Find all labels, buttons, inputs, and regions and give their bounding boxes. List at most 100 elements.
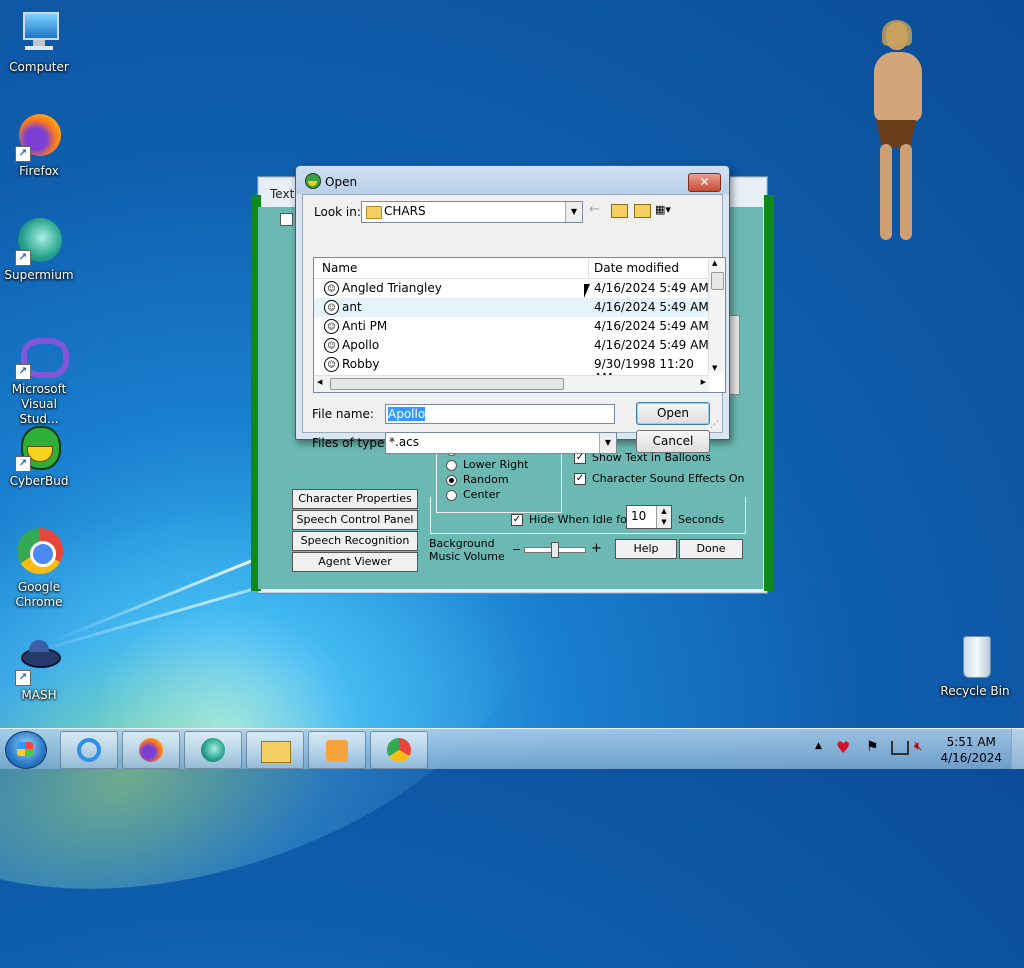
vertical-scrollbar[interactable]: ▲ ▼	[708, 258, 725, 373]
column-divider[interactable]	[588, 258, 589, 278]
horizontal-scrollbar[interactable]: ◀ ▶	[314, 375, 709, 392]
open-button[interactable]: Open	[636, 402, 710, 425]
file-row[interactable]: ☺ Angled Triangley 4/16/2024 5:49 AM	[314, 279, 709, 298]
file-name-input[interactable]: Apollo	[385, 404, 615, 424]
taskbar: ▲ ♥ ⚑ 🔇︎ 5:51 AM 4/16/2024	[0, 728, 1024, 769]
back-arrow-icon[interactable]: ←	[589, 203, 603, 217]
files-of-type-label: Files of type:	[312, 436, 389, 450]
speech-control-panel-button[interactable]: Speech Control Panel	[292, 510, 418, 530]
flag-tray-icon[interactable]: ⚑	[866, 739, 879, 755]
chrome-icon	[387, 738, 411, 762]
agent-file-icon: ☺	[324, 357, 339, 372]
scroll-down-icon[interactable]: ▼	[712, 364, 717, 372]
green-border	[764, 195, 774, 591]
chevron-down-icon[interactable]: ▼	[599, 433, 616, 453]
taskbar-firefox-button[interactable]	[122, 731, 180, 769]
scroll-left-icon[interactable]: ◀	[317, 378, 322, 386]
agent-viewer-button[interactable]: Agent Viewer	[292, 552, 418, 572]
desktop-icon-visual-studio[interactable]: ↗ Microsoft Visual Stud...	[0, 330, 78, 427]
files-of-type-dropdown[interactable]: *.acs ▼	[385, 432, 617, 454]
taskbar-explorer-button[interactable]	[246, 731, 304, 769]
chevron-down-icon[interactable]: ▼	[565, 202, 582, 222]
up-folder-icon[interactable]	[611, 204, 628, 218]
help-button[interactable]: Help	[615, 539, 677, 559]
column-header-name[interactable]: Name	[322, 261, 357, 275]
vertical-scroll-thumb[interactable]	[711, 272, 724, 290]
radio-selected-icon	[446, 474, 457, 486]
character-properties-button[interactable]: Character Properties	[292, 489, 418, 509]
file-date: 4/16/2024 5:49 AM	[594, 319, 709, 333]
taskbar-media-button[interactable]	[308, 731, 366, 769]
file-list[interactable]: Name Date modified ☺ Angled Triangley 4/…	[313, 257, 726, 393]
agent-file-icon: ☺	[324, 319, 339, 334]
desktop-icon-supermium[interactable]: ↗ Supermium	[0, 216, 78, 283]
tray-expand-icon[interactable]: ▲	[815, 741, 822, 751]
firefox-icon	[139, 738, 163, 762]
system-clock[interactable]: 5:51 AM 4/16/2024	[940, 734, 1002, 766]
speech-recognition-button[interactable]: Speech Recognition	[292, 531, 418, 551]
bg-music-label: Background	[429, 537, 495, 550]
hide-when-idle-checkbox[interactable]: ✓ Hide When Idle for	[511, 513, 631, 526]
checkbox-label: Character Sound Effects On	[592, 472, 745, 485]
file-row[interactable]: ☺ Anti PM 4/16/2024 5:49 AM	[314, 317, 709, 336]
look-in-value: CHARS	[384, 204, 426, 218]
seconds-label: Seconds	[678, 513, 725, 526]
close-button[interactable]: ✕	[688, 173, 721, 192]
open-dialog[interactable]: Open ✕ Look in: CHARS ▼ ← ▦▾ Name Date m…	[295, 165, 730, 454]
shortcut-arrow-icon: ↗	[15, 670, 31, 686]
volume-muted-tray-icon[interactable]: 🔇︎	[914, 739, 922, 754]
music-volume-label: Music Volume	[429, 550, 505, 563]
folder-icon	[366, 206, 382, 219]
idle-seconds-spinner[interactable]: 10 ▲ ▼	[626, 505, 672, 529]
file-row[interactable]: ☺ Apollo 4/16/2024 5:49 AM	[314, 336, 709, 355]
file-name-selected-text: Apollo	[388, 407, 426, 421]
radio-random[interactable]: Random	[446, 473, 509, 486]
column-header-date[interactable]: Date modified	[594, 261, 679, 275]
desktop-icon-mash[interactable]: ↗ MASH	[0, 636, 78, 703]
desktop-icon-label: CyberBud	[9, 474, 69, 488]
checkbox-label: Hide When Idle for	[529, 513, 632, 526]
file-name: ant	[342, 300, 362, 314]
network-tray-icon[interactable]	[891, 741, 909, 755]
taskbar-chrome-button[interactable]	[370, 731, 428, 769]
shortcut-arrow-icon: ↗	[15, 146, 31, 162]
desktop-icon-chrome[interactable]: Google Chrome	[0, 528, 78, 610]
heart-tray-icon[interactable]: ♥	[836, 738, 850, 757]
mouse-cursor-icon	[584, 284, 596, 298]
new-folder-icon[interactable]	[634, 204, 651, 218]
desktop-icon-computer[interactable]: Computer	[0, 8, 78, 75]
view-menu-icon[interactable]: ▦▾	[655, 203, 679, 217]
tab-text[interactable]: Text	[270, 187, 294, 201]
desktop-icon-firefox[interactable]: ↗ Firefox	[0, 112, 78, 179]
spinner-arrows-icon[interactable]: ▲ ▼	[656, 506, 671, 528]
sound-effects-checkbox[interactable]: ✓ Character Sound Effects On	[574, 472, 744, 485]
shortcut-arrow-icon: ↗	[15, 250, 31, 266]
done-button[interactable]: Done	[679, 539, 743, 559]
radio-lower-right[interactable]: Lower Right	[446, 458, 528, 471]
look-in-dropdown[interactable]: CHARS ▼	[361, 201, 583, 223]
taskbar-supermium-button[interactable]	[184, 731, 242, 769]
scroll-right-icon[interactable]: ▶	[701, 378, 706, 386]
show-desktop-button[interactable]	[1011, 729, 1024, 769]
cancel-button[interactable]: Cancel	[636, 430, 710, 453]
file-name: Apollo	[342, 338, 380, 352]
agent-character[interactable]	[866, 20, 932, 244]
scroll-up-icon[interactable]: ▲	[712, 259, 717, 267]
horizontal-scroll-thumb[interactable]	[330, 378, 564, 390]
desktop-icon-recycle-bin[interactable]: Recycle Bin	[936, 632, 1014, 699]
file-name: Angled Triangley	[342, 281, 442, 295]
file-row[interactable]: ☺ Robby 9/30/1998 11:20 AM	[314, 355, 709, 385]
file-row[interactable]: ☺ ant 4/16/2024 5:49 AM	[314, 298, 709, 317]
corner-checkbox[interactable]	[280, 213, 293, 226]
taskbar-ie-button[interactable]	[60, 731, 118, 769]
volume-slider[interactable]	[524, 542, 586, 558]
mash-icon: ↗	[15, 636, 63, 686]
start-button[interactable]	[5, 731, 47, 769]
dialog-titlebar[interactable]: Open ✕	[296, 166, 729, 194]
file-date: 4/16/2024 5:49 AM	[594, 338, 709, 352]
resize-grip-icon[interactable]: ⋰	[710, 420, 720, 430]
desktop-icon-cyberbud[interactable]: ↗ CyberBud	[0, 422, 78, 489]
volume-slider-thumb[interactable]	[551, 542, 559, 558]
file-name-label: File name:	[312, 407, 374, 421]
dialog-client: Look in: CHARS ▼ ← ▦▾ Name Date modified…	[302, 194, 726, 454]
